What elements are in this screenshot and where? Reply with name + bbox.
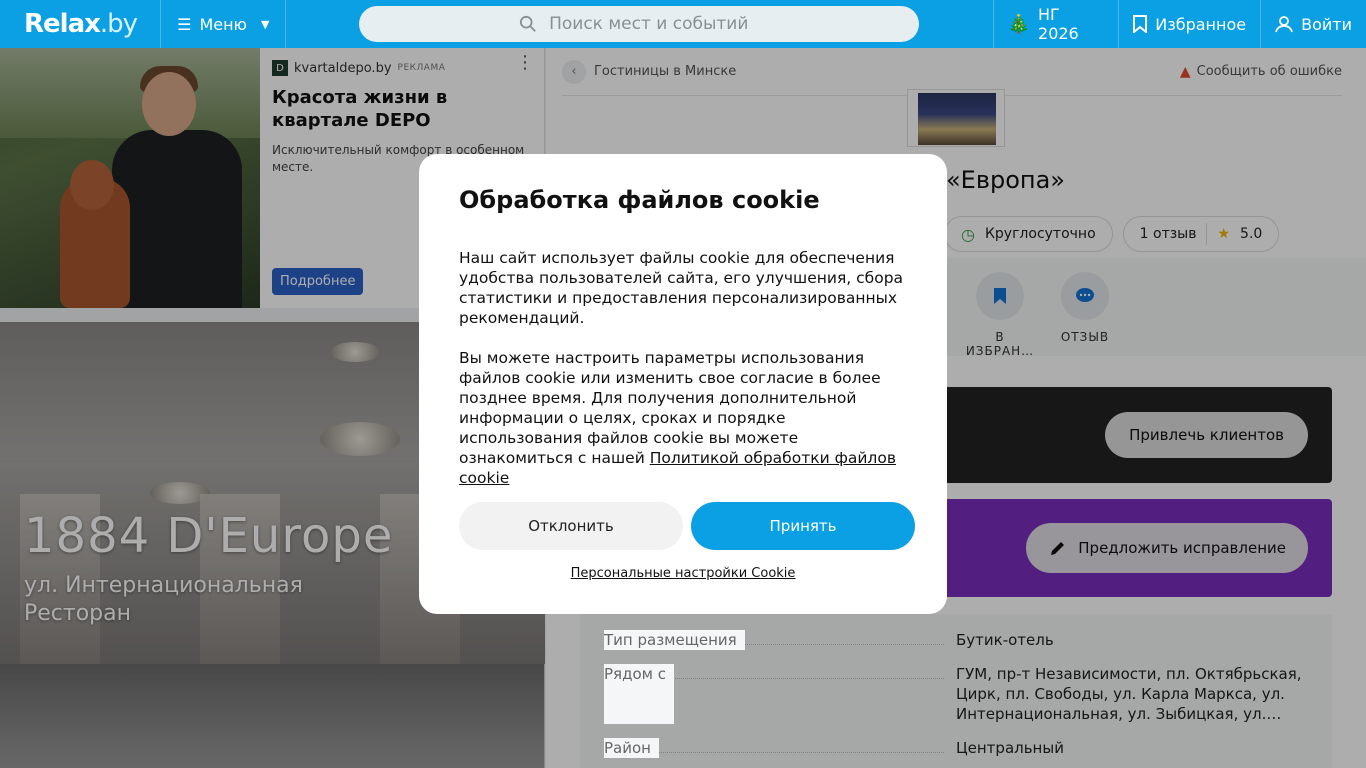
favorites-label: Избранное — [1155, 14, 1247, 34]
bookmark-icon — [1133, 15, 1148, 33]
tree-icon: 🎄 — [1007, 13, 1031, 35]
login-link[interactable]: Войти — [1261, 0, 1366, 48]
menu-button[interactable]: ☰ Меню ▼ — [161, 0, 286, 48]
cookie-text-2-block: Вы можете настроить параметры использова… — [459, 348, 907, 488]
logo-suffix: .by — [99, 9, 138, 39]
menu-label: Меню — [199, 14, 248, 34]
logo-text: Relax — [24, 9, 101, 39]
cookie-dialog-title: Обработка файлов cookie — [459, 186, 820, 214]
accept-button[interactable]: Принять — [691, 502, 915, 550]
hamburger-icon: ☰ — [177, 14, 192, 34]
new-year-label: НГ 2026 — [1038, 5, 1079, 43]
info-key: Тип размещения — [604, 630, 745, 650]
search-box[interactable] — [359, 6, 920, 42]
search-icon — [519, 15, 536, 32]
user-icon — [1275, 16, 1293, 33]
site-logo[interactable]: Relax .by — [0, 0, 162, 48]
info-key: Район — [604, 738, 659, 758]
info-key: Рядом с — [604, 664, 674, 724]
cookie-buttons: Отклонить Принять — [459, 502, 915, 550]
new-year-link[interactable]: 🎄 НГ 2026 — [994, 0, 1120, 48]
personal-cookie-settings-link[interactable]: Персональные настройки Cookie — [419, 566, 947, 581]
decline-button[interactable]: Отклонить — [459, 502, 683, 550]
cookie-text-1: Наш сайт использует файлы cookie для обе… — [459, 249, 904, 327]
cookie-dialog: Обработка файлов cookie Наш сайт использ… — [419, 154, 947, 614]
login-label: Войти — [1301, 14, 1352, 34]
top-header: Relax.by ☰ Меню ▼ 🎄 НГ 2026 Избранное Во… — [0, 0, 1366, 48]
search-input[interactable] — [549, 14, 760, 34]
search-area — [286, 0, 994, 48]
favorites-link[interactable]: Избранное — [1119, 0, 1262, 48]
chevron-down-icon: ▼ — [261, 17, 270, 31]
